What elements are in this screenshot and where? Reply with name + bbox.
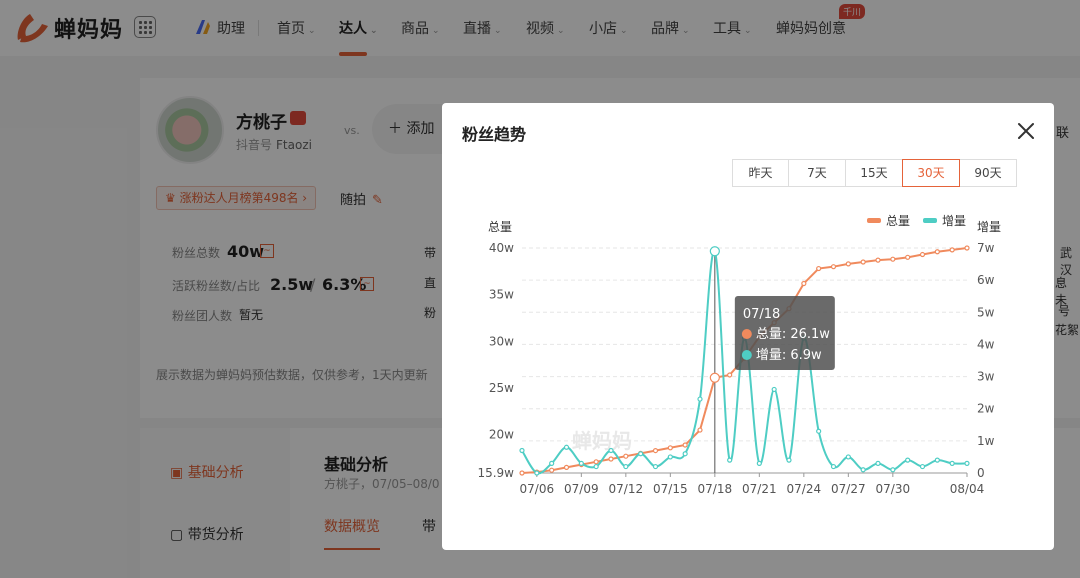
x-tick-label: 07/21 [742,482,777,496]
data-point[interactable] [652,447,659,454]
x-tick-label: 07/27 [831,482,866,496]
tooltip-total: 总量: 26.1w [756,327,830,342]
x-tick-label: 08/04 [950,482,985,496]
y-right-tick-label: 4w [977,337,995,351]
data-point[interactable] [667,445,673,451]
data-point[interactable] [697,396,703,402]
data-point[interactable] [919,251,926,258]
range-15d[interactable]: 15天 [845,159,903,187]
tooltip-marker [741,350,752,360]
data-point[interactable] [816,428,822,434]
data-point[interactable] [682,442,688,448]
data-point[interactable] [652,463,659,470]
data-point[interactable] [593,459,599,465]
y-left-tick-label: 40w [489,241,514,255]
legend-label[interactable]: 总量 [886,214,910,228]
data-point[interactable] [608,456,614,462]
data-point[interactable] [608,447,614,454]
x-tick-label: 07/24 [787,482,822,496]
data-point[interactable] [934,249,940,255]
x-tick-label: 07/09 [564,482,599,496]
data-point[interactable] [786,457,792,463]
modal-title: 粉丝趋势 [462,125,527,144]
y-right-tick-label: 2w [977,402,995,416]
y-right-tick-label: 3w [977,370,995,384]
range-30d[interactable]: 30天 [902,159,960,187]
legend-label[interactable]: 增量 [942,214,966,228]
data-point[interactable] [860,467,866,473]
data-point[interactable] [964,460,970,466]
data-point[interactable] [727,457,733,463]
data-point[interactable] [682,451,688,457]
data-point[interactable] [519,447,525,454]
y-right-axis-title: 增量 [977,220,1001,234]
x-tick-label: 07/30 [876,482,911,496]
y-left-tick-label: 20w [489,428,514,442]
x-tick-label: 07/06 [520,482,555,496]
time-range-selector: 昨天 7天 15天 30天 90天 [732,159,1017,187]
y-left-tick-label: 25w [489,381,514,395]
data-point[interactable] [830,264,837,270]
data-point[interactable] [623,463,629,470]
x-tick-label: 07/12 [609,482,644,496]
data-point[interactable] [845,261,851,267]
y-right-tick-label: 7w [977,241,995,255]
y-right-tick-label: 5w [977,305,995,319]
data-point[interactable] [919,463,926,470]
data-point[interactable] [890,256,896,262]
y-left-tick-label: 15.9w [477,466,514,480]
tooltip-date: 07/18 [743,307,780,322]
data-point[interactable] [578,460,584,466]
data-point[interactable] [519,470,525,476]
tooltip-increment: 增量: 6.9w [756,348,822,363]
range-7d[interactable]: 7天 [788,159,846,187]
data-point[interactable] [709,372,720,383]
y-left-tick-label: 35w [489,288,514,302]
data-point[interactable] [875,460,881,466]
y-right-tick-label: 0 [977,466,985,480]
x-tick-label: 07/15 [653,482,688,496]
y-left-tick-label: 30w [489,334,514,348]
tooltip-marker [741,329,752,339]
data-point[interactable] [905,457,911,463]
data-point[interactable] [534,470,540,476]
data-point[interactable] [697,427,703,433]
data-point[interactable] [860,259,866,265]
data-point[interactable] [771,386,777,393]
x-tick-label: 07/18 [698,482,733,496]
legend-swatch [867,218,881,223]
data-point[interactable] [890,467,896,473]
data-point[interactable] [638,451,644,457]
data-point[interactable] [875,257,881,263]
y-right-tick-label: 6w [977,273,995,287]
data-point[interactable] [801,280,807,287]
fans-trend-chart[interactable]: 蝉妈妈01w2w3w4w5w6w7w15.9w20w25w30w35w40w总量… [442,200,1054,510]
data-point[interactable] [830,463,837,470]
data-point[interactable] [845,454,851,460]
data-point[interactable] [593,463,599,470]
data-point[interactable] [549,460,555,466]
data-point[interactable] [549,467,555,473]
data-point[interactable] [727,372,733,378]
data-point[interactable] [709,246,720,257]
data-point[interactable] [756,460,762,466]
data-point[interactable] [623,453,629,459]
y-left-axis-title: 总量 [488,220,512,234]
data-point[interactable] [934,457,940,463]
legend-swatch [923,218,937,223]
data-point[interactable] [667,454,673,460]
range-90d[interactable]: 90天 [959,159,1017,187]
data-point[interactable] [949,247,955,253]
data-point[interactable] [563,464,570,470]
range-yesterday[interactable]: 昨天 [732,159,789,187]
data-point[interactable] [816,265,822,272]
y-right-tick-label: 1w [977,434,995,448]
data-point[interactable] [905,254,911,260]
data-point[interactable] [949,460,955,466]
data-point[interactable] [563,444,570,450]
close-icon[interactable] [1015,120,1037,142]
data-point[interactable] [964,245,970,251]
